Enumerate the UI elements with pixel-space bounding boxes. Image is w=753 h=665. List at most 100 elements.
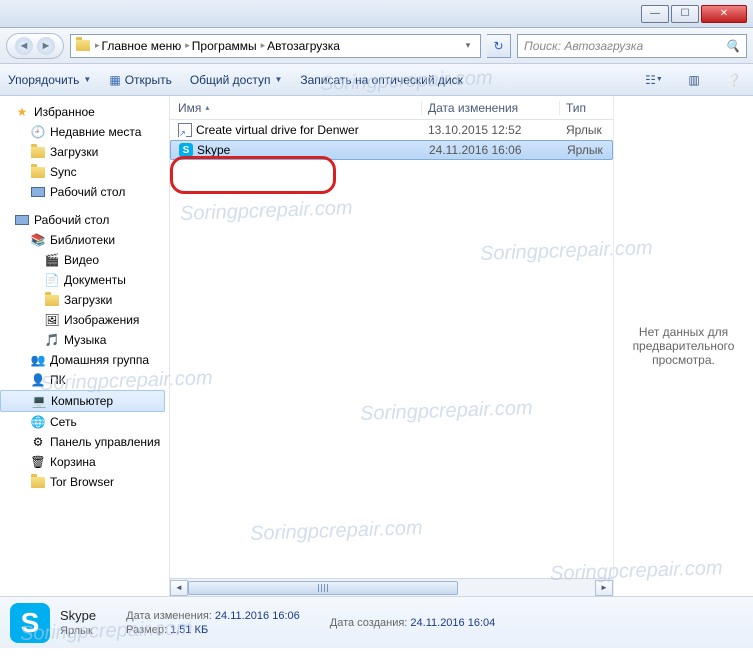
main-area: ★Избранное 🕘Недавние места Загрузки Sync… <box>0 96 753 596</box>
size-label: Размер: <box>126 624 167 636</box>
back-button[interactable]: ◄ <box>15 37 33 55</box>
search-icon: 🔍 <box>725 39 740 53</box>
skype-icon-large: S <box>10 603 50 643</box>
desktop-header[interactable]: Рабочий стол <box>0 210 169 230</box>
address-bar[interactable]: ▸Главное меню ▸Программы ▸Автозагрузка ▾ <box>70 34 481 58</box>
nav-network[interactable]: 🌐Сеть <box>0 412 169 432</box>
content-area: Имя▴ Дата изменения Тип Create virtual d… <box>170 96 753 596</box>
nav-tor[interactable]: Tor Browser <box>0 472 169 492</box>
network-icon: 🌐 <box>30 414 46 430</box>
command-toolbar: Упорядочить▼ ▦Открыть Общий доступ▼ Запи… <box>0 64 753 96</box>
nav-downloads-lib[interactable]: Загрузки <box>0 290 169 310</box>
nav-pictures[interactable]: 🖼Изображения <box>0 310 169 330</box>
help-button[interactable]: ❔ <box>723 70 745 90</box>
search-placeholder: Поиск: Автозагрузка <box>524 39 643 53</box>
nav-sync[interactable]: Sync <box>0 162 169 182</box>
video-icon: 🎬 <box>44 252 60 268</box>
share-menu[interactable]: Общий доступ▼ <box>190 73 283 87</box>
breadcrumb-item[interactable]: ▸Автозагрузка <box>261 39 340 53</box>
file-name: Skype <box>197 143 230 157</box>
created-label: Дата создания: <box>330 617 408 629</box>
forward-button[interactable]: ► <box>37 37 55 55</box>
control-panel-icon: ⚙ <box>30 434 46 450</box>
nav-libraries[interactable]: 📚Библиотеки <box>0 230 169 250</box>
document-icon: 📄 <box>44 272 60 288</box>
nav-downloads[interactable]: Загрузки <box>0 142 169 162</box>
nav-recent[interactable]: 🕘Недавние места <box>0 122 169 142</box>
breadcrumb-item[interactable]: ▸Главное меню <box>95 39 181 53</box>
star-icon: ★ <box>14 104 30 120</box>
address-dropdown[interactable]: ▾ <box>460 40 476 51</box>
file-type: Ярлык <box>561 143 611 157</box>
nav-videos[interactable]: 🎬Видео <box>0 250 169 270</box>
file-date: 13.10.2015 12:52 <box>422 123 560 137</box>
file-row[interactable]: Create virtual drive for Denwer 13.10.20… <box>170 120 613 140</box>
sort-indicator: ▴ <box>205 103 209 112</box>
maximize-button[interactable]: ☐ <box>671 5 699 23</box>
column-headers: Имя▴ Дата изменения Тип <box>170 96 613 120</box>
file-rows: Create virtual drive for Denwer 13.10.20… <box>170 120 613 160</box>
nav-documents[interactable]: 📄Документы <box>0 270 169 290</box>
file-list: Имя▴ Дата изменения Тип Create virtual d… <box>170 96 613 596</box>
column-name[interactable]: Имя▴ <box>170 101 422 115</box>
skype-icon: S <box>179 143 193 157</box>
scroll-left-button[interactable]: ◄ <box>170 580 188 596</box>
preview-empty-text: Нет данных для предварительного просмотр… <box>624 325 743 367</box>
search-input[interactable]: Поиск: Автозагрузка 🔍 <box>517 34 747 58</box>
recent-icon: 🕘 <box>30 124 46 140</box>
file-name: Create virtual drive for Denwer <box>196 123 359 137</box>
nav-homegroup[interactable]: 👥Домашняя группа <box>0 350 169 370</box>
close-button[interactable]: ✕ <box>701 5 747 23</box>
column-date[interactable]: Дата изменения <box>422 101 560 115</box>
nav-computer[interactable]: 💻Компьютер <box>0 390 165 412</box>
folder-icon <box>30 144 46 160</box>
size-value: 1,51 КБ <box>170 624 208 636</box>
scroll-right-button[interactable]: ► <box>595 580 613 596</box>
computer-icon: 💻 <box>31 393 47 409</box>
desktop-icon <box>14 212 30 228</box>
preview-pane-toggle[interactable]: ▥ <box>683 70 705 90</box>
organize-menu[interactable]: Упорядочить▼ <box>8 73 91 87</box>
details-type: Ярлык <box>60 625 96 637</box>
created-value: 24.11.2016 16:04 <box>410 617 495 629</box>
folder-icon <box>44 292 60 308</box>
folder-icon <box>30 164 46 180</box>
folder-icon <box>75 38 91 54</box>
music-icon: 🎵 <box>44 332 60 348</box>
breadcrumb-item[interactable]: ▸Программы <box>185 39 256 53</box>
nav-pc[interactable]: 👤ПК <box>0 370 169 390</box>
modified-label: Дата изменения: <box>126 610 212 622</box>
details-name: Skype <box>60 608 96 623</box>
picture-icon: 🖼 <box>44 312 60 328</box>
view-menu[interactable]: ☷▼ <box>643 70 665 90</box>
file-date: 24.11.2016 16:06 <box>423 143 561 157</box>
favorites-header[interactable]: ★Избранное <box>0 102 169 122</box>
scroll-track[interactable] <box>188 580 595 596</box>
details-pane: S Skype Ярлык Дата изменения: 24.11.2016… <box>0 596 753 648</box>
scroll-thumb[interactable] <box>188 581 458 595</box>
shortcut-icon <box>178 123 192 137</box>
homegroup-icon: 👥 <box>30 352 46 368</box>
nav-buttons: ◄ ► <box>6 33 64 59</box>
refresh-button[interactable]: ↻ <box>487 34 511 58</box>
minimize-button[interactable]: — <box>641 5 669 23</box>
file-row-selected[interactable]: S Skype 24.11.2016 16:06 Ярлык <box>170 140 613 160</box>
folder-icon <box>30 474 46 490</box>
desktop-icon <box>30 184 46 200</box>
file-type: Ярлык <box>560 123 610 137</box>
nav-desktop-fav[interactable]: Рабочий стол <box>0 182 169 202</box>
recycle-icon: 🗑 <box>30 454 46 470</box>
nav-recycle-bin[interactable]: 🗑Корзина <box>0 452 169 472</box>
preview-pane: Нет данных для предварительного просмотр… <box>613 96 753 596</box>
modified-value: 24.11.2016 16:06 <box>215 610 300 622</box>
column-type[interactable]: Тип <box>560 101 610 115</box>
address-row: ◄ ► ▸Главное меню ▸Программы ▸Автозагруз… <box>0 28 753 64</box>
nav-control-panel[interactable]: ⚙Панель управления <box>0 432 169 452</box>
horizontal-scrollbar: ◄ ► <box>170 578 613 596</box>
user-icon: 👤 <box>30 372 46 388</box>
nav-music[interactable]: 🎵Музыка <box>0 330 169 350</box>
libraries-icon: 📚 <box>30 232 46 248</box>
window-titlebar: — ☐ ✕ <box>0 0 753 28</box>
burn-button[interactable]: Записать на оптический диск <box>300 73 463 87</box>
open-button[interactable]: ▦Открыть <box>109 73 171 87</box>
